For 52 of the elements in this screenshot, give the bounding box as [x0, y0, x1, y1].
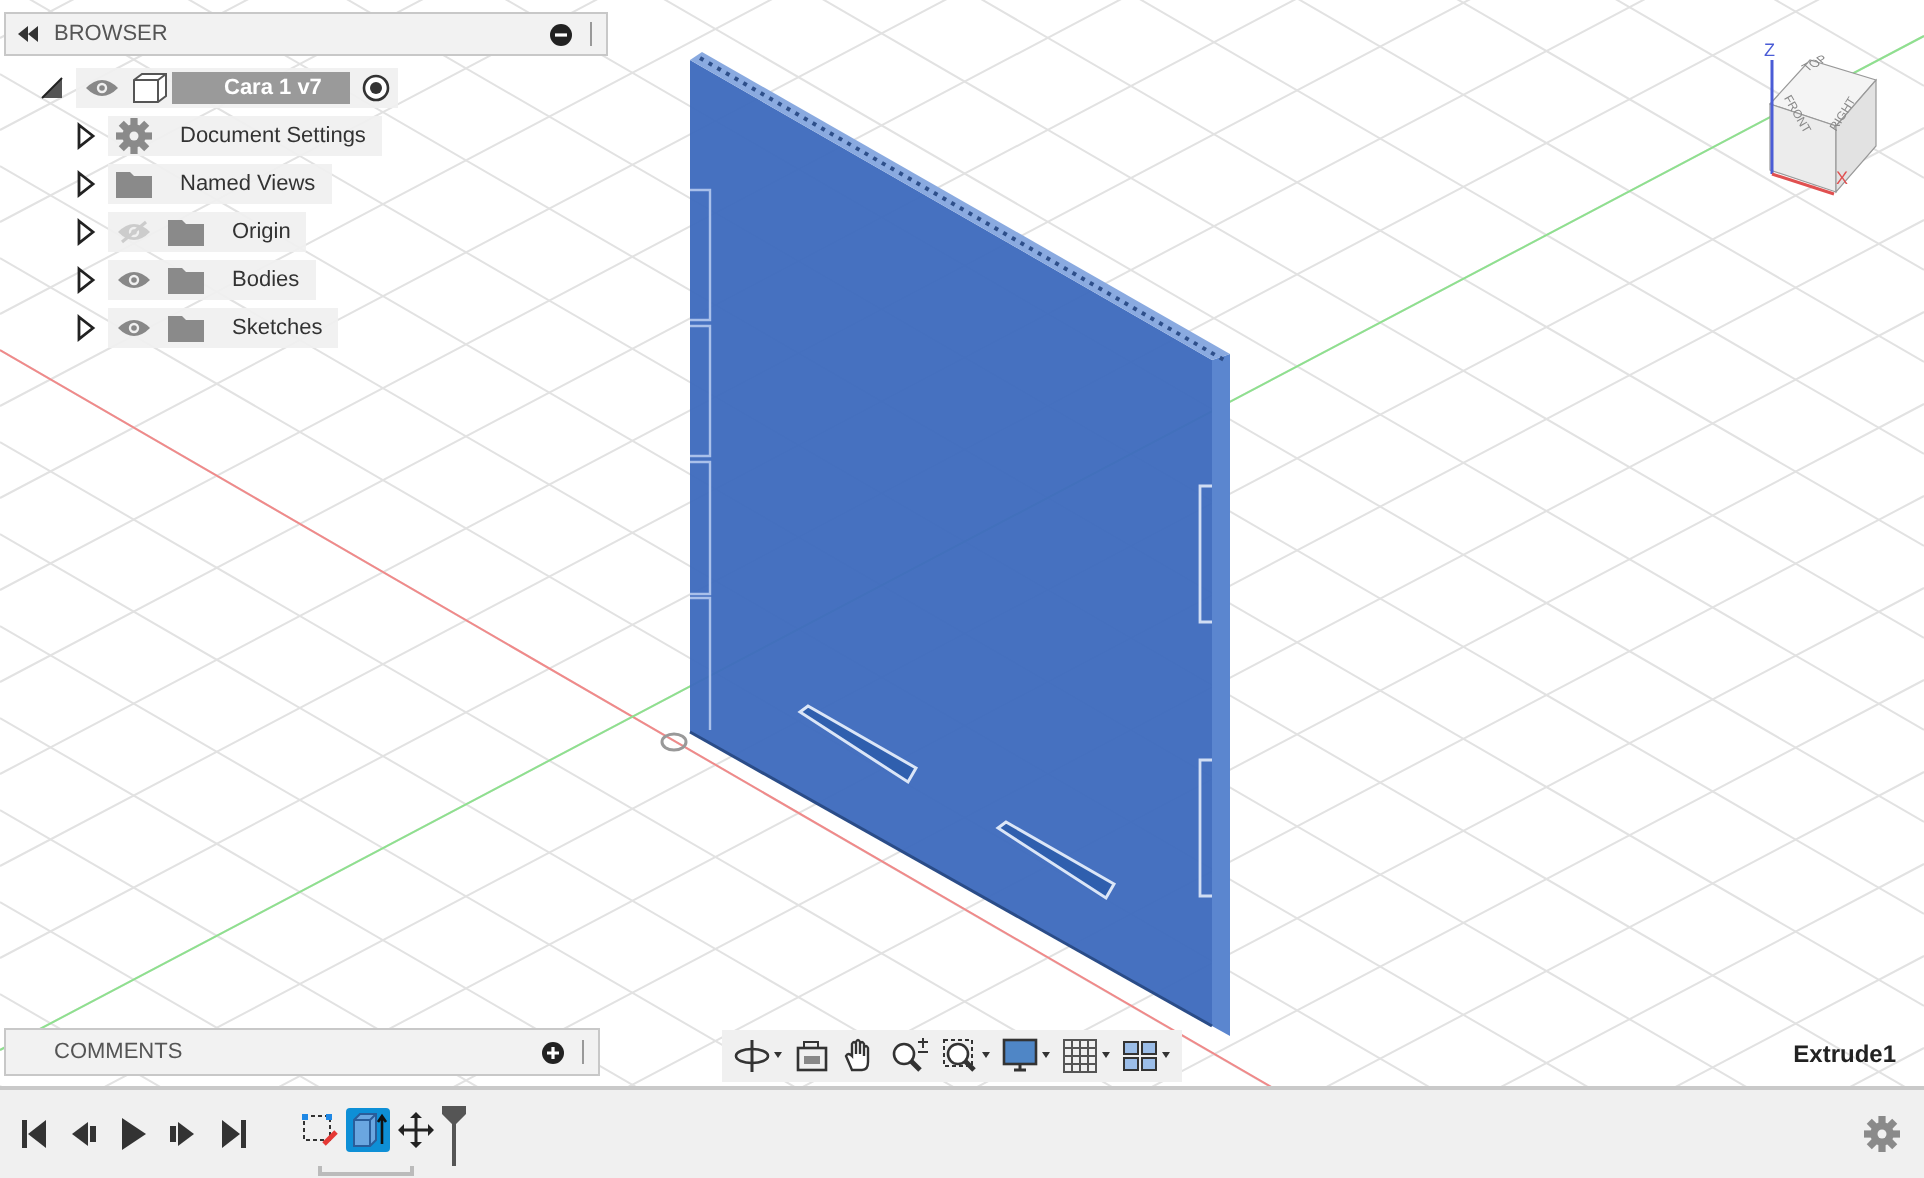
cube-icon — [132, 72, 168, 104]
node-label: Origin — [230, 220, 291, 244]
look-at-button[interactable] — [794, 1038, 830, 1074]
node-label: Bodies — [230, 268, 300, 292]
folder-icon — [116, 170, 152, 198]
plus-icon[interactable] — [542, 1041, 564, 1063]
browser-node[interactable]: Document Settings — [108, 116, 382, 156]
zoom-button[interactable] — [890, 1038, 930, 1074]
display-settings-button[interactable] — [1002, 1038, 1050, 1074]
folder-icon — [168, 314, 204, 342]
browser-node[interactable]: Named Views — [108, 164, 332, 204]
browser-node[interactable]: Bodies — [108, 260, 316, 300]
component-label: Cara 1 v7 — [172, 72, 350, 104]
timeline-marker-icon[interactable] — [442, 1105, 466, 1165]
panel-grip-icon[interactable] — [580, 1040, 586, 1064]
go-to-end-button[interactable] — [216, 1114, 250, 1154]
move-feature[interactable] — [394, 1107, 438, 1151]
panel-grip-icon[interactable] — [588, 22, 594, 46]
selection-status: Extrude1 — [1793, 1040, 1896, 1068]
settings-icon[interactable] — [116, 118, 152, 154]
folder-icon — [168, 218, 204, 246]
radio-target-icon[interactable] — [361, 74, 390, 102]
node-label: Named Views — [180, 172, 316, 196]
expand-triangle-icon[interactable] — [76, 218, 96, 246]
node-label: Sketches — [230, 316, 323, 340]
comments-title: COMMENTS — [54, 1040, 185, 1064]
extrude-feature[interactable] — [346, 1107, 390, 1151]
axis-label: X — [1836, 168, 1849, 188]
expand-triangle-icon[interactable] — [76, 314, 96, 342]
eye-icon[interactable] — [116, 268, 152, 292]
browser-title: BROWSER — [54, 22, 170, 46]
fit-zoom-button[interactable] — [942, 1038, 990, 1074]
expand-triangle-icon[interactable] — [76, 170, 96, 198]
eye-icon[interactable] — [116, 316, 152, 340]
origin-marker-icon — [660, 732, 688, 752]
go-to-start-button[interactable] — [16, 1114, 50, 1154]
collapse-triangle-icon[interactable] — [40, 76, 64, 100]
play-button[interactable] — [116, 1114, 150, 1154]
expand-triangle-icon[interactable] — [76, 266, 96, 294]
eye-icon[interactable] — [84, 76, 120, 100]
expand-triangle-icon[interactable] — [76, 122, 96, 150]
collapse-arrows-icon[interactable] — [18, 26, 38, 42]
settings-icon[interactable] — [1864, 1116, 1900, 1152]
panel-model-drawing[interactable] — [688, 52, 1230, 1036]
grid-settings-button[interactable] — [1062, 1038, 1110, 1074]
folder-icon — [168, 266, 204, 294]
browser-node[interactable]: Sketches — [108, 308, 339, 348]
orbit-button[interactable] — [734, 1038, 782, 1074]
node-label: Document Settings — [180, 124, 366, 148]
viewports-button[interactable] — [1122, 1038, 1170, 1074]
minus-icon[interactable] — [550, 23, 572, 45]
browser-node[interactable]: Origin — [108, 212, 307, 252]
